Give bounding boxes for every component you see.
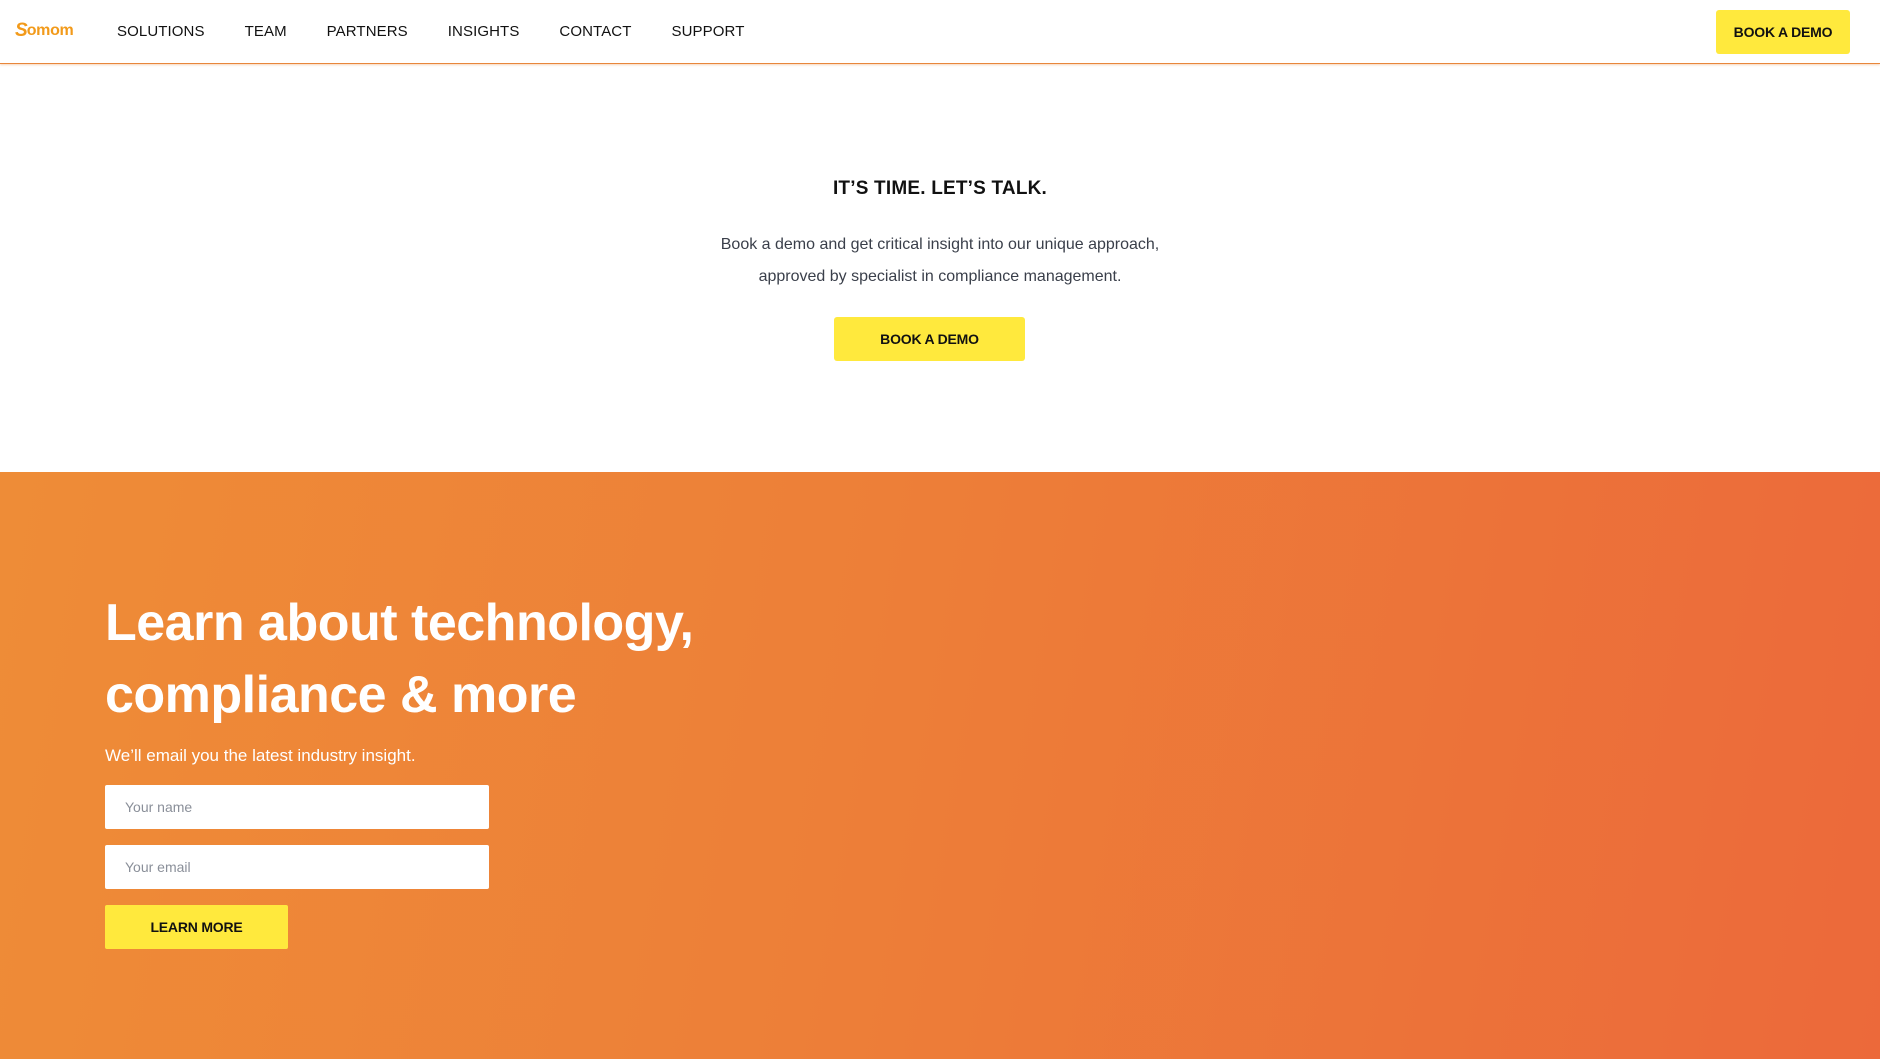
main-nav: SOLUTIONS TEAM PARTNERS INSIGHTS CONTACT… — [117, 0, 784, 63]
newsletter-subtext: We’ll email you the latest industry insi… — [105, 746, 416, 765]
header-book-demo-button[interactable]: BOOK A DEMO — [1716, 10, 1850, 54]
nav-item-insights[interactable]: INSIGHTS — [448, 23, 520, 40]
cta-section: IT’S TIME. LET’S TALK. Book a demo and g… — [0, 64, 1880, 472]
email-input[interactable] — [105, 845, 489, 889]
name-input[interactable] — [105, 785, 489, 829]
site-header: S omom SOLUTIONS TEAM PARTNERS INSIGHTS … — [0, 0, 1880, 64]
nav-item-contact[interactable]: CONTACT — [559, 23, 631, 40]
cta-title: IT’S TIME. LET’S TALK. — [832, 178, 1048, 199]
nav-item-support[interactable]: SUPPORT — [672, 23, 745, 40]
cta-description: Book a demo and get critical insight int… — [0, 229, 1880, 293]
cta-description-line-1: Book a demo and get critical insight int… — [720, 236, 1160, 253]
learn-more-button[interactable]: LEARN MORE — [105, 905, 288, 949]
brand-logo[interactable]: S omom — [15, 20, 74, 42]
cta-book-demo-button[interactable]: BOOK A DEMO — [834, 317, 1025, 361]
newsletter-heading-line-1: Learn about technology, — [105, 594, 694, 652]
newsletter-section: Learn about technology, compliance & mor… — [0, 472, 1880, 1059]
cta-description-line-2: approved by specialist in compliance man… — [758, 268, 1122, 285]
newsletter-heading-line-2: compliance & more — [105, 666, 577, 724]
nav-item-team[interactable]: TEAM — [245, 23, 287, 40]
logo-mark-icon: S — [15, 20, 28, 41]
logo-text: omom — [26, 22, 74, 39]
nav-item-partners[interactable]: PARTNERS — [327, 23, 408, 40]
newsletter-heading: Learn about technology, compliance & mor… — [105, 587, 694, 731]
nav-item-solutions[interactable]: SOLUTIONS — [117, 23, 205, 40]
